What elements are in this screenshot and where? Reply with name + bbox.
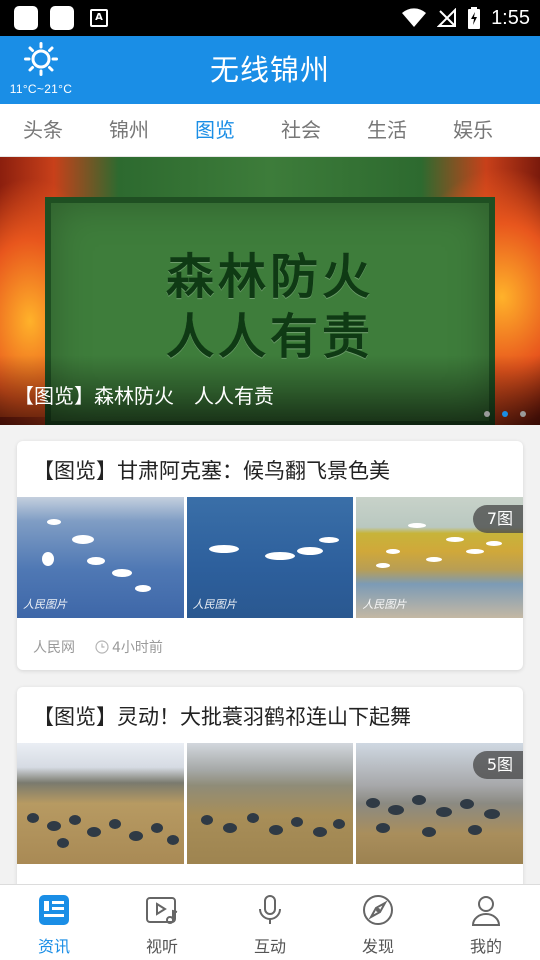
news-card[interactable]: 【图览】甘肃阿克塞：候鸟翻飞景色美 人民图片 人民图片 7图 人民图片 人民网 … (17, 441, 523, 670)
nav-label: 资讯 (37, 937, 70, 956)
card-time-text: 4小时前 (112, 640, 163, 656)
card-meta: 人民网 4小时前 (33, 637, 163, 657)
banner-caption[interactable]: 【图览】森林防火 人人有责 (14, 380, 274, 409)
card-image[interactable] (186, 743, 354, 864)
tab-yule[interactable]: 娱乐 (430, 104, 516, 156)
tab-shehui[interactable]: 社会 (258, 104, 344, 156)
banner-carousel[interactable]: 森林防火 人人有责 【图览】森林防火 人人有责 (0, 157, 540, 425)
tab-shenghuo[interactable]: 生活 (344, 104, 430, 156)
card-image[interactable]: 7图 人民图片 (356, 497, 523, 618)
status-bar: A 1:55 (0, 0, 540, 36)
user-icon (471, 896, 501, 926)
banner-art-line: 森林防火 (165, 249, 374, 305)
no-signal-icon (437, 8, 457, 27)
news-icon (39, 895, 69, 925)
battery-charging-icon (468, 7, 481, 29)
tab-toutiao[interactable]: 头条 (0, 104, 86, 156)
app-square-icon (14, 6, 38, 30)
nav-label: 发现 (361, 937, 394, 956)
card-title[interactable]: 【图览】甘肃阿克塞：候鸟翻飞景色美 (33, 455, 390, 485)
card-image[interactable]: 人民图片 (17, 497, 184, 618)
microphone-icon (259, 895, 281, 924)
image-watermark: 人民图片 (23, 598, 67, 611)
clock-icon (95, 640, 109, 654)
card-title[interactable]: 【图览】灵动！大批蓑羽鹤祁连山下起舞 (33, 701, 411, 731)
card-image[interactable]: 人民图片 (186, 497, 354, 618)
carousel-dots (484, 411, 526, 417)
bottom-nav: 资讯 视听 互动 发现 我的 (0, 884, 540, 960)
banner-art-text: 森林防火 人人有责 (0, 247, 540, 367)
image-watermark: 人民图片 (192, 598, 237, 611)
nav-news[interactable]: 资讯 (0, 885, 108, 960)
photo-count-badge: 5图 (472, 751, 523, 779)
card-time: 4小时前 (95, 637, 163, 657)
nav-interact[interactable]: 互动 (216, 885, 324, 960)
card-image-row: 人民图片 人民图片 7图 人民图片 (17, 497, 523, 618)
category-tabs: 头条 锦州 图览 社会 生活 娱乐 (0, 104, 540, 157)
app-header: 11°C~21°C 无线锦州 (0, 36, 540, 104)
tab-jinzhou[interactable]: 锦州 (86, 104, 172, 156)
wifi-icon (402, 8, 427, 27)
compass-icon (363, 895, 393, 925)
card-image[interactable]: 5图 (356, 743, 523, 864)
nav-label: 视听 (145, 937, 178, 956)
photo-count-badge: 7图 (472, 505, 523, 533)
nav-video[interactable]: 视听 (108, 885, 216, 960)
nav-label: 我的 (469, 937, 502, 956)
tab-tulan[interactable]: 图览 (172, 104, 258, 156)
image-watermark: 人民图片 (362, 598, 407, 611)
app-square-icon (50, 6, 74, 30)
carousel-dot-active[interactable] (502, 411, 508, 417)
nav-label: 互动 (253, 937, 286, 956)
nav-discover[interactable]: 发现 (324, 885, 432, 960)
news-card[interactable]: 【图览】灵动！大批蓑羽鹤祁连山下起舞 5图 (17, 687, 523, 897)
font-a-icon: A (90, 9, 108, 27)
app-title: 无线锦州 (209, 53, 330, 87)
clock: 1:55 (491, 6, 530, 29)
card-image-row: 5图 (17, 743, 523, 864)
card-image[interactable] (17, 743, 184, 864)
carousel-dot[interactable] (484, 411, 490, 417)
video-music-icon (146, 897, 178, 924)
carousel-dot[interactable] (520, 411, 526, 417)
nav-mine[interactable]: 我的 (432, 885, 540, 960)
card-source: 人民网 (33, 640, 75, 656)
